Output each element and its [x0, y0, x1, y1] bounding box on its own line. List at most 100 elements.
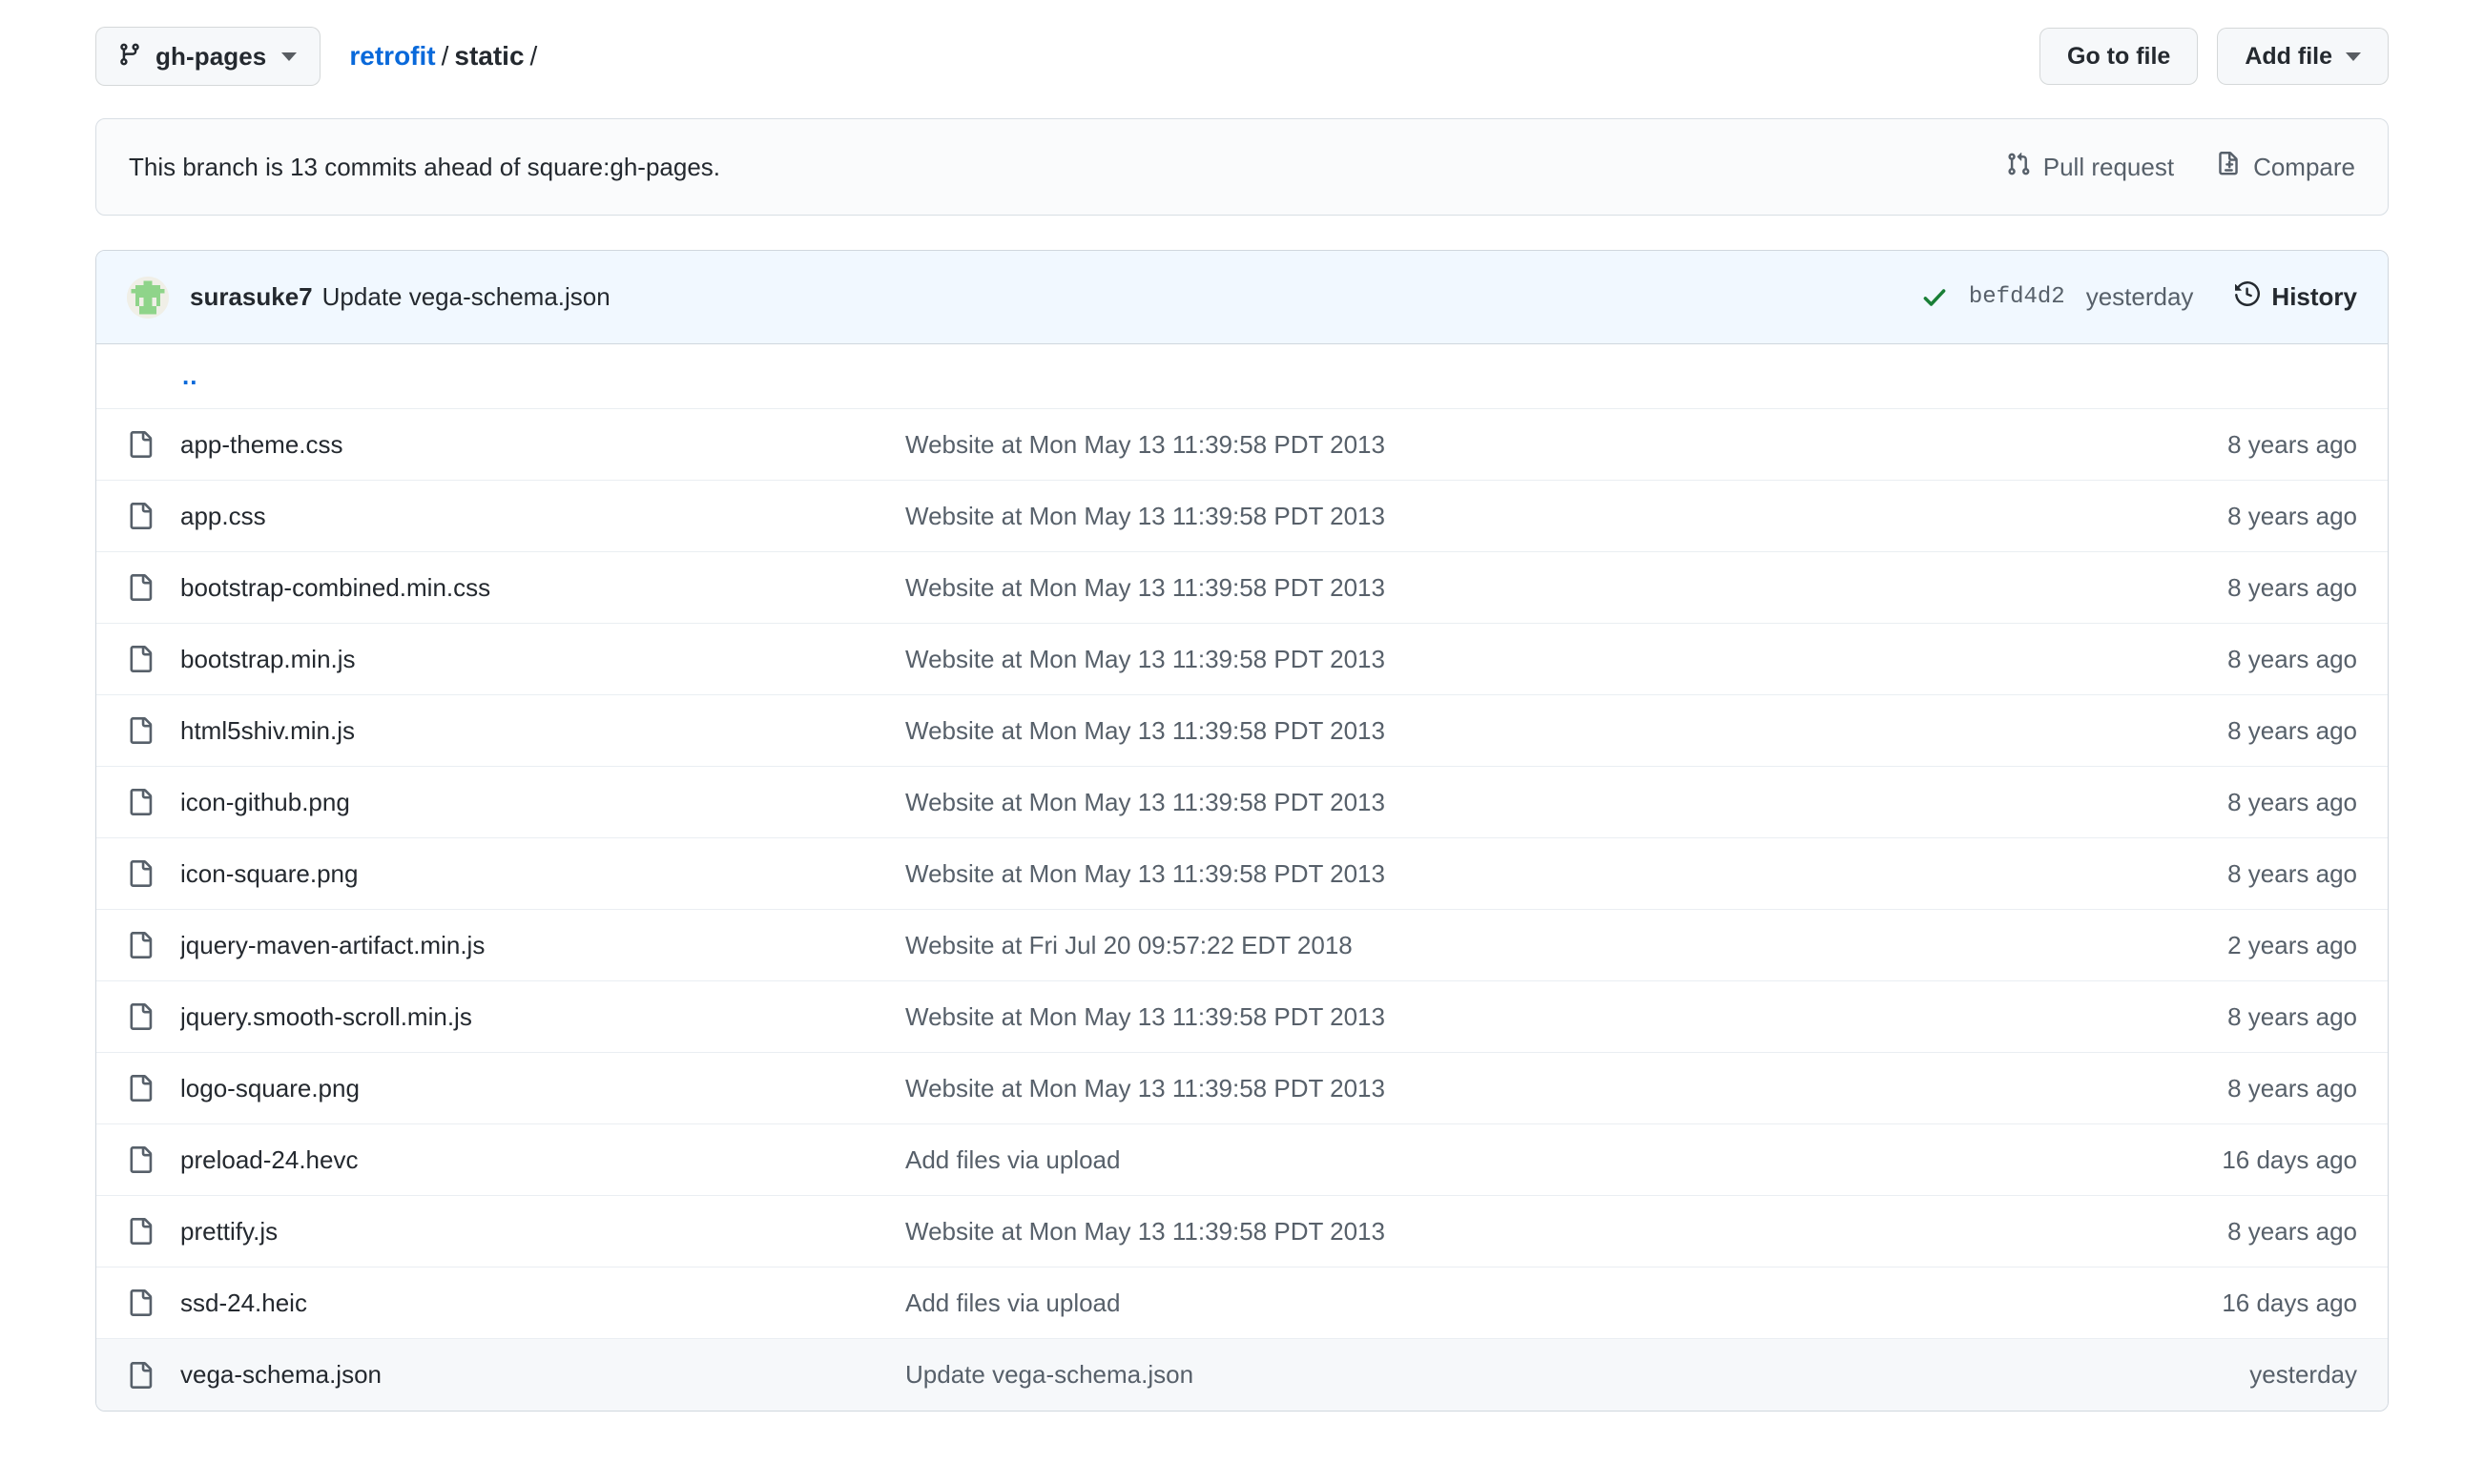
parent-directory-row[interactable]: .. [96, 344, 2388, 409]
file-icon [127, 1289, 180, 1316]
file-commit-message[interactable]: Update vega-schema.json [905, 1360, 2109, 1390]
breadcrumb-repo-link[interactable]: retrofit [349, 41, 435, 72]
file-name-link[interactable]: ssd-24.heic [180, 1288, 905, 1318]
file-diff-icon [2216, 151, 2241, 183]
file-rows: app-theme.css Website at Mon May 13 11:3… [96, 409, 2388, 1411]
repo-file-browser: gh-pages retrofit / static / Go to file … [0, 0, 2484, 1484]
history-icon [2235, 280, 2261, 313]
file-name-link[interactable]: bootstrap-combined.min.css [180, 573, 905, 603]
branch-status-banner: This branch is 13 commits ahead of squar… [95, 118, 2389, 216]
file-name-link[interactable]: prettify.js [180, 1217, 905, 1247]
file-commit-message[interactable]: Website at Mon May 13 11:39:58 PDT 2013 [905, 573, 2109, 603]
file-name-link[interactable]: app-theme.css [180, 430, 905, 460]
file-name-link[interactable]: icon-github.png [180, 788, 905, 817]
file-name-link[interactable]: jquery-maven-artifact.min.js [180, 931, 905, 960]
table-row[interactable]: bootstrap.min.js Website at Mon May 13 1… [96, 624, 2388, 695]
file-icon [127, 646, 180, 672]
commit-message-link[interactable]: Update vega-schema.json [322, 282, 611, 312]
commit-hash[interactable]: befd4d2 [1969, 284, 2065, 310]
avatar [127, 276, 169, 319]
file-commit-age: 8 years ago [2227, 787, 2357, 816]
commit-author-link[interactable]: surasuke7 [190, 282, 313, 312]
compare-label: Compare [2253, 152, 2355, 181]
latest-commit-bar: surasuke7 Update vega-schema.json befd4d… [96, 251, 2388, 344]
git-branch-icon [117, 42, 142, 72]
branch-selector[interactable]: gh-pages [95, 27, 321, 86]
branch-status-text: This branch is 13 commits ahead of squar… [129, 152, 721, 181]
file-icon [127, 1003, 180, 1030]
breadcrumb-separator-1: / [441, 41, 449, 71]
file-commit-message[interactable]: Website at Mon May 13 11:39:58 PDT 2013 [905, 645, 2109, 674]
file-commit-age: 8 years ago [2227, 1073, 2357, 1103]
file-commit-message[interactable]: Website at Mon May 13 11:39:58 PDT 2013 [905, 716, 2109, 746]
file-commit-age: 8 years ago [2227, 858, 2357, 888]
table-row[interactable]: html5shiv.min.js Website at Mon May 13 1… [96, 695, 2388, 767]
file-commit-message[interactable]: Website at Mon May 13 11:39:58 PDT 2013 [905, 859, 2109, 889]
git-pull-request-icon [2006, 152, 2031, 183]
table-row[interactable]: jquery-maven-artifact.min.js Website at … [96, 910, 2388, 981]
toolbar-actions: Go to file Add file [2039, 28, 2389, 85]
table-row[interactable]: app.css Website at Mon May 13 11:39:58 P… [96, 481, 2388, 552]
file-icon [127, 1361, 180, 1389]
branch-status-actions: Pull request Compare [2006, 151, 2355, 183]
history-link[interactable]: History [2235, 280, 2357, 313]
file-icon [127, 860, 180, 887]
file-commit-age: 8 years ago [2227, 644, 2357, 673]
file-name-link[interactable]: bootstrap.min.js [180, 645, 905, 674]
parent-directory-link[interactable]: .. [180, 361, 197, 391]
file-commit-age: 16 days ago [2222, 1144, 2357, 1174]
file-icon [127, 431, 180, 458]
file-commit-message[interactable]: Website at Mon May 13 11:39:58 PDT 2013 [905, 502, 2109, 531]
file-icon [127, 717, 180, 744]
file-name-link[interactable]: app.css [180, 502, 905, 531]
go-to-file-label: Go to file [2067, 42, 2171, 70]
file-name-link[interactable]: html5shiv.min.js [180, 716, 905, 746]
breadcrumb-separator-2: / [529, 41, 538, 71]
file-commit-message[interactable]: Website at Mon May 13 11:39:58 PDT 2013 [905, 788, 2109, 817]
file-icon [127, 503, 180, 529]
table-row[interactable]: ssd-24.heic Add files via upload 16 days… [96, 1268, 2388, 1339]
file-commit-message[interactable]: Website at Fri Jul 20 09:57:22 EDT 2018 [905, 931, 2109, 960]
file-icon [127, 1075, 180, 1102]
commit-meta: befd4d2 yesterday History [1921, 280, 2357, 313]
file-commit-message[interactable]: Add files via upload [905, 1288, 2109, 1318]
file-commit-age: 16 days ago [2222, 1288, 2357, 1317]
file-commit-age: yesterday [2249, 1360, 2357, 1389]
table-row[interactable]: prettify.js Website at Mon May 13 11:39:… [96, 1196, 2388, 1268]
file-name-link[interactable]: logo-square.png [180, 1074, 905, 1103]
table-row[interactable]: vega-schema.json Update vega-schema.json… [96, 1339, 2388, 1411]
file-commit-message[interactable]: Add files via upload [905, 1145, 2109, 1175]
repo-toolbar: gh-pages retrofit / static / Go to file … [95, 27, 2389, 86]
file-name-link[interactable]: jquery.smooth-scroll.min.js [180, 1002, 905, 1032]
file-commit-message[interactable]: Website at Mon May 13 11:39:58 PDT 2013 [905, 1217, 2109, 1247]
file-icon [127, 789, 180, 815]
file-name-link[interactable]: vega-schema.json [180, 1360, 905, 1390]
file-commit-age: 8 years ago [2227, 429, 2357, 459]
chevron-down-icon [281, 52, 298, 61]
chevron-down-icon [2346, 52, 2361, 61]
file-icon [127, 932, 180, 958]
add-file-button[interactable]: Add file [2217, 28, 2389, 85]
table-row[interactable]: icon-square.png Website at Mon May 13 11… [96, 838, 2388, 910]
file-commit-message[interactable]: Website at Mon May 13 11:39:58 PDT 2013 [905, 1074, 2109, 1103]
file-commit-message[interactable]: Website at Mon May 13 11:39:58 PDT 2013 [905, 1002, 2109, 1032]
pull-request-link[interactable]: Pull request [2006, 152, 2174, 183]
table-row[interactable]: bootstrap-combined.min.css Website at Mo… [96, 552, 2388, 624]
breadcrumb-current-dir: static [454, 41, 525, 71]
check-circle-icon[interactable] [1921, 284, 1948, 311]
table-row[interactable]: app-theme.css Website at Mon May 13 11:3… [96, 409, 2388, 481]
file-name-link[interactable]: icon-square.png [180, 859, 905, 889]
branch-name-label: gh-pages [155, 41, 267, 71]
table-row[interactable]: logo-square.png Website at Mon May 13 11… [96, 1053, 2388, 1124]
table-row[interactable]: jquery.smooth-scroll.min.js Website at M… [96, 981, 2388, 1053]
file-commit-age: 8 years ago [2227, 715, 2357, 745]
file-name-link[interactable]: preload-24.hevc [180, 1145, 905, 1175]
history-label: History [2271, 282, 2357, 311]
table-row[interactable]: icon-github.png Website at Mon May 13 11… [96, 767, 2388, 838]
file-table: surasuke7 Update vega-schema.json befd4d… [95, 250, 2389, 1412]
go-to-file-button[interactable]: Go to file [2039, 28, 2199, 85]
breadcrumb: retrofit / static / [349, 41, 543, 72]
compare-link[interactable]: Compare [2216, 151, 2355, 183]
table-row[interactable]: preload-24.hevc Add files via upload 16 … [96, 1124, 2388, 1196]
file-commit-message[interactable]: Website at Mon May 13 11:39:58 PDT 2013 [905, 430, 2109, 460]
